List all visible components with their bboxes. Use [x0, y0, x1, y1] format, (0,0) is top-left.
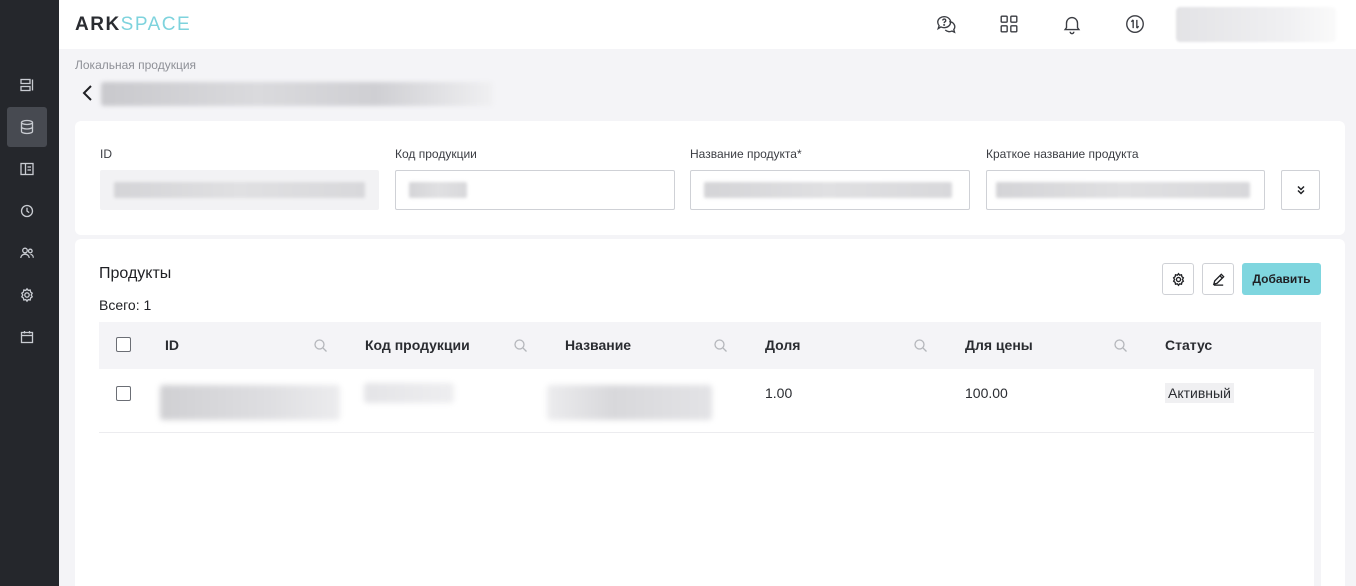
column-search-code[interactable]: [513, 338, 528, 353]
expand-button[interactable]: [1281, 170, 1320, 210]
top-bar: ARKSPACE: [59, 0, 1356, 49]
gear-icon: [1172, 272, 1184, 286]
name-field[interactable]: [690, 170, 970, 210]
select-all-checkbox[interactable]: [116, 337, 131, 352]
column-search-price-for[interactable]: [1113, 338, 1128, 353]
database-icon: [20, 119, 34, 135]
column-header-name[interactable]: Название: [565, 337, 631, 353]
id-field: [100, 170, 379, 210]
breadcrumb[interactable]: Локальная продукция: [75, 58, 196, 72]
layout-icon: [20, 162, 34, 176]
column-header-code[interactable]: Код продукции: [365, 337, 470, 353]
sync-icon: [1126, 15, 1144, 33]
column-header-price-for[interactable]: Для цены: [965, 337, 1033, 353]
sidebar-item-users[interactable]: [7, 233, 47, 273]
name-label: Название продукта*: [690, 147, 802, 161]
total-count: Всего: 1: [99, 297, 152, 313]
table-row[interactable]: 1.00 100.00 Активный: [99, 369, 1314, 433]
table-header: ID Код продукции Название Доля Для цены …: [99, 322, 1321, 369]
table-settings-button[interactable]: [1162, 263, 1194, 295]
page-title: [101, 82, 493, 106]
column-search-name[interactable]: [713, 338, 728, 353]
clock-icon: [20, 204, 34, 218]
search-icon: [714, 339, 727, 352]
app-logo[interactable]: ARKSPACE: [75, 14, 191, 36]
row-name-cell: [547, 385, 712, 420]
search-icon: [314, 339, 327, 352]
back-button[interactable]: [79, 83, 97, 103]
user-menu[interactable]: [1176, 7, 1336, 42]
row-price-for-cell: 100.00: [965, 385, 1008, 401]
chevron-left-icon: [82, 85, 92, 101]
column-header-id[interactable]: ID: [165, 337, 179, 353]
status-badge: Активный: [1165, 383, 1234, 403]
sync-button[interactable]: [1122, 11, 1148, 37]
apps-grid-icon: [1000, 15, 1018, 33]
sidebar-item-dashboard[interactable]: [7, 65, 47, 105]
calendar-icon: [20, 331, 34, 344]
edit-button[interactable]: [1202, 263, 1234, 295]
search-icon: [514, 339, 527, 352]
sidebar-item-settings[interactable]: [7, 275, 47, 315]
sidebar-item-clock[interactable]: [7, 191, 47, 231]
sidebar-item-database[interactable]: [7, 107, 47, 147]
sidebar-item-calendar[interactable]: [7, 317, 47, 357]
table-scrollbar[interactable]: [1314, 369, 1321, 586]
code-field[interactable]: [395, 170, 675, 210]
users-icon: [20, 247, 34, 259]
id-label: ID: [100, 147, 112, 161]
products-card: Продукты Всего: 1 Добавить ID Код продук…: [75, 239, 1345, 586]
dashboard-icon: [20, 78, 34, 92]
product-details-card: ID Код продукции Название продукта* Крат…: [75, 121, 1345, 235]
row-checkbox[interactable]: [116, 386, 131, 401]
bell-icon: [1063, 16, 1081, 35]
chevrons-down-icon: [1296, 185, 1305, 195]
row-code-cell: [364, 383, 454, 403]
help-chat-icon: [937, 15, 956, 34]
row-share-cell: 1.00: [765, 385, 793, 401]
help-chat-button[interactable]: [933, 11, 959, 37]
column-header-share[interactable]: Доля: [765, 337, 800, 353]
column-search-share[interactable]: [913, 338, 928, 353]
column-header-status[interactable]: Статус: [1165, 337, 1212, 353]
column-search-id[interactable]: [313, 338, 328, 353]
search-icon: [1114, 339, 1127, 352]
sidebar: [0, 0, 59, 586]
code-label: Код продукции: [395, 147, 477, 161]
gear-icon: [20, 287, 34, 303]
pencil-icon: [1212, 272, 1225, 286]
add-button[interactable]: Добавить: [1242, 263, 1321, 295]
short-name-field[interactable]: [986, 170, 1265, 210]
row-id-cell: [160, 385, 340, 420]
apps-button[interactable]: [996, 11, 1022, 37]
short-name-label: Краткое название продукта: [986, 147, 1139, 161]
notifications-button[interactable]: [1059, 11, 1085, 37]
sidebar-item-layout[interactable]: [7, 149, 47, 189]
search-icon: [914, 339, 927, 352]
section-title: Продукты: [99, 265, 172, 282]
